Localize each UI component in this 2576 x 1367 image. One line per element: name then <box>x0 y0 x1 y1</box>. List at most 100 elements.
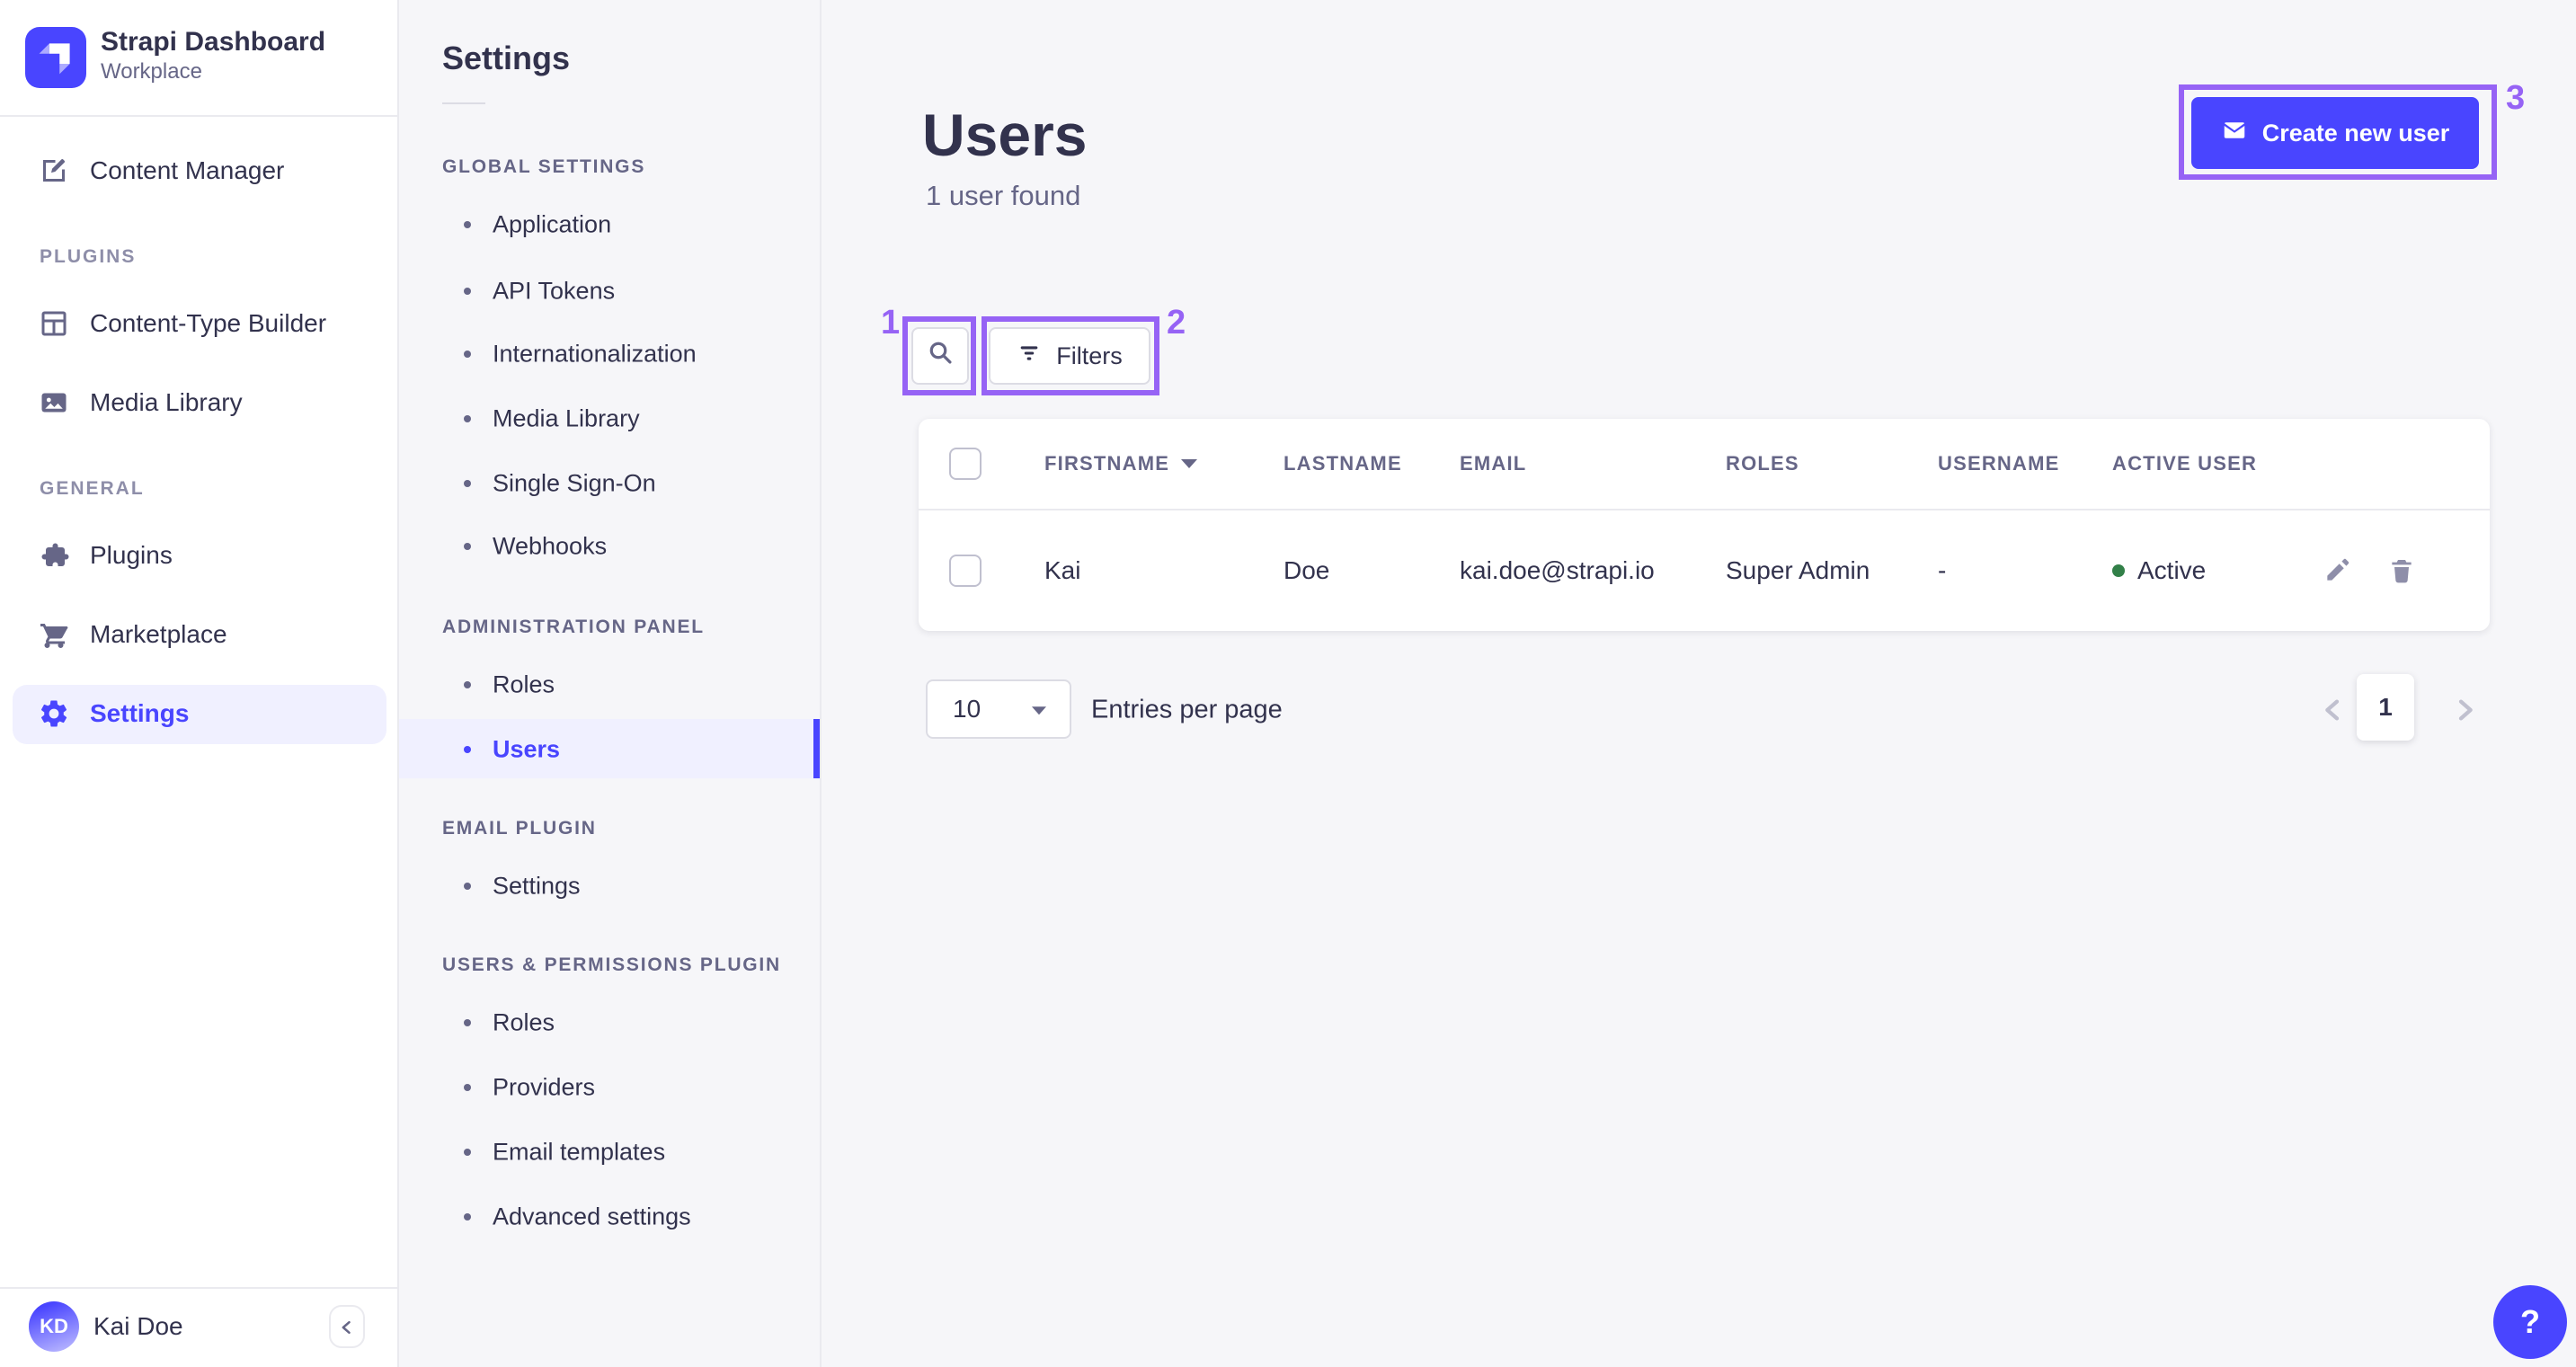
bullet-icon <box>464 351 471 358</box>
group-global-settings: GLOBAL SETTINGS <box>442 156 646 177</box>
content-manager-icon <box>38 155 70 187</box>
entries-per-page-value: 10 <box>953 695 982 723</box>
puzzle-icon <box>38 539 70 572</box>
bullet-icon <box>464 1084 471 1091</box>
column-header-lastname: LASTNAME <box>1284 452 1402 475</box>
workspace-switcher[interactable]: Strapi Dashboard Workplace <box>0 0 397 115</box>
settings-item-media-library[interactable]: Media Library <box>399 395 820 442</box>
mail-icon <box>2221 117 2248 150</box>
chevron-right-icon <box>2458 699 2473 721</box>
edit-pencil-icon <box>2327 558 2349 581</box>
sidebar-item-settings[interactable]: Settings <box>0 687 399 741</box>
active-status-dot <box>2112 564 2125 577</box>
sort-caret-down-icon[interactable] <box>1181 459 1197 468</box>
search-icon <box>926 338 955 374</box>
main-sidebar: Strapi Dashboard Workplace Content Manag… <box>0 0 399 1367</box>
sidebar-item-media-library[interactable]: Media Library <box>0 376 399 430</box>
settings-item-api-tokens[interactable]: API Tokens <box>399 268 820 315</box>
annotation-number-1: 1 <box>881 304 901 342</box>
main-content: Users 1 user found Create new user 3 1 F… <box>822 0 2576 1367</box>
settings-panel-title: Settings <box>442 40 571 76</box>
bullet-icon <box>464 1019 471 1026</box>
row-checkbox[interactable] <box>949 555 982 587</box>
strapi-logo-icon <box>25 27 86 88</box>
chevron-left-icon <box>338 1310 356 1344</box>
settings-item-single-sign-on[interactable]: Single Sign-On <box>399 460 820 507</box>
sidebar-item-marketplace[interactable]: Marketplace <box>0 608 399 661</box>
bullet-icon <box>464 543 471 550</box>
workspace-subtitle: Workplace <box>101 59 202 84</box>
table-header-row: FIRSTNAME LASTNAME EMAIL ROLES USERNAME … <box>919 419 2490 509</box>
column-header-firstname[interactable]: FIRSTNAME <box>1044 452 1169 475</box>
page-subtitle: 1 user found <box>926 180 1081 211</box>
settings-sidebar: Settings GLOBAL SETTINGS Application API… <box>399 0 822 1367</box>
create-new-user-button[interactable]: Create new user <box>2191 97 2479 169</box>
previous-page-button[interactable] <box>2319 696 2348 724</box>
bullet-icon <box>464 288 471 295</box>
workspace-title: Strapi Dashboard <box>101 27 326 57</box>
entries-per-page-label: Entries per page <box>1091 695 1283 724</box>
settings-item-providers[interactable]: Providers <box>399 1064 820 1111</box>
filters-button[interactable]: Filters <box>989 327 1150 385</box>
settings-item-application[interactable]: Application <box>399 201 820 248</box>
settings-item-admin-roles[interactable]: Roles <box>399 661 820 708</box>
group-administration-panel: ADMINISTRATION PANEL <box>442 617 705 637</box>
annotation-number-3: 3 <box>2506 79 2526 117</box>
settings-item-advanced-settings[interactable]: Advanced settings <box>399 1194 820 1240</box>
sidebar-item-content-manager[interactable]: Content Manager <box>0 144 399 198</box>
entries-per-page-select[interactable]: 10 <box>926 679 1071 739</box>
user-name: Kai Doe <box>93 1312 183 1340</box>
settings-item-email-settings[interactable]: Settings <box>399 863 820 910</box>
cell-roles: Super Admin <box>1726 556 1870 584</box>
divider <box>442 102 485 104</box>
bullet-icon <box>464 1213 471 1221</box>
bullet-icon <box>464 883 471 890</box>
chevron-left-icon <box>2325 699 2340 721</box>
search-button[interactable] <box>911 327 969 385</box>
column-header-roles: ROLES <box>1726 452 1799 475</box>
cell-active-status: Active <box>2137 556 2207 584</box>
group-email-plugin: EMAIL PLUGIN <box>442 818 597 839</box>
delete-user-button[interactable] <box>2387 556 2416 585</box>
help-button[interactable]: ? <box>2493 1285 2567 1359</box>
filter-icon <box>1017 341 1042 372</box>
media-library-icon <box>38 386 70 419</box>
cart-icon <box>38 618 70 651</box>
question-mark-icon: ? <box>2520 1303 2540 1340</box>
gear-icon <box>38 697 70 730</box>
sidebar-item-plugins[interactable]: Plugins <box>0 528 399 582</box>
users-table: FIRSTNAME LASTNAME EMAIL ROLES USERNAME … <box>919 419 2490 631</box>
bullet-icon <box>464 681 471 688</box>
bullet-icon <box>464 1149 471 1156</box>
cell-email: kai.doe@strapi.io <box>1460 556 1655 584</box>
filters-label: Filters <box>1056 342 1123 369</box>
collapse-sidebar-button[interactable] <box>329 1305 365 1348</box>
bullet-icon <box>464 415 471 422</box>
bullet-icon <box>464 746 471 753</box>
page-title: Users <box>922 102 1088 168</box>
trash-icon <box>2392 560 2412 583</box>
content-type-builder-icon <box>38 307 70 340</box>
avatar: KD <box>29 1301 79 1352</box>
column-header-active-user: ACTIVE USER <box>2112 452 2258 475</box>
settings-item-internationalization[interactable]: Internationalization <box>399 331 820 377</box>
bullet-icon <box>464 221 471 228</box>
divider <box>0 1287 399 1289</box>
settings-item-webhooks[interactable]: Webhooks <box>399 523 820 570</box>
strapi-dashboard: Strapi Dashboard Workplace Content Manag… <box>0 0 2576 1367</box>
select-all-checkbox[interactable] <box>949 448 982 480</box>
settings-item-email-templates[interactable]: Email templates <box>399 1129 820 1176</box>
edit-user-button[interactable] <box>2323 556 2351 585</box>
settings-item-up-roles[interactable]: Roles <box>399 999 820 1046</box>
bullet-icon <box>464 480 471 487</box>
settings-item-admin-users[interactable]: Users <box>399 726 820 773</box>
table-row[interactable]: Kai Doe kai.doe@strapi.io Super Admin - … <box>919 509 2490 631</box>
next-page-button[interactable] <box>2450 696 2479 724</box>
sidebar-item-content-type-builder[interactable]: Content-Type Builder <box>0 297 399 351</box>
cell-lastname: Doe <box>1284 556 1330 584</box>
page-number-1[interactable]: 1 <box>2357 674 2414 741</box>
annotation-number-2: 2 <box>1167 304 1186 342</box>
column-header-email: EMAIL <box>1460 452 1527 475</box>
create-new-user-label: Create new user <box>2261 119 2450 146</box>
column-header-username: USERNAME <box>1938 452 2060 475</box>
